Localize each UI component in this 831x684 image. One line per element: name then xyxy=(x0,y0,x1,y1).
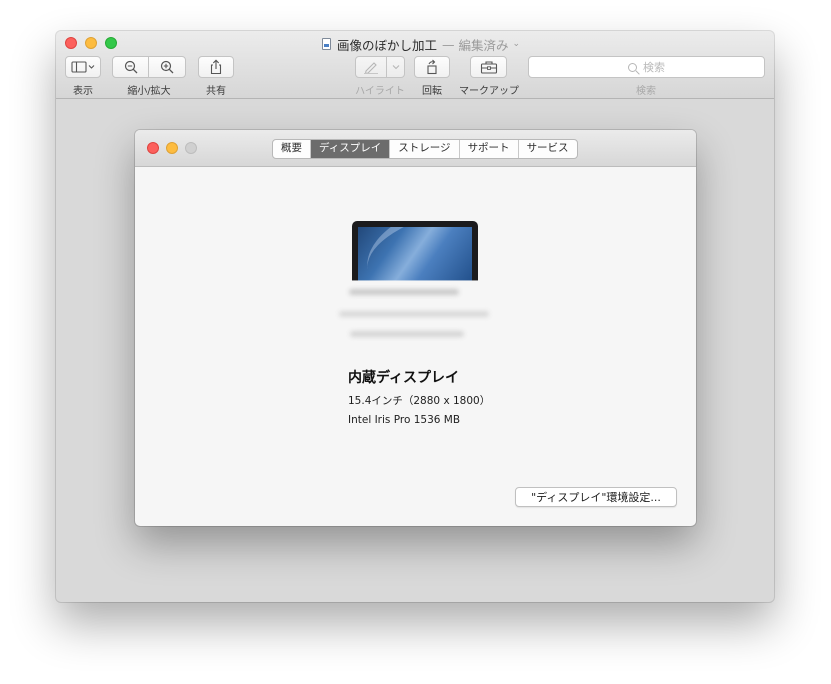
share-button[interactable] xyxy=(198,56,234,78)
blurred-text xyxy=(349,289,459,295)
zoom-button[interactable] xyxy=(105,37,117,49)
display-preferences-button[interactable]: "ディスプレイ"環境設定... xyxy=(515,487,677,507)
zoom-label: 縮小/拡大 xyxy=(127,86,171,97)
view-label: 表示 xyxy=(73,86,93,97)
search-placeholder: 検索 xyxy=(643,61,665,74)
tab-support[interactable]: サポート xyxy=(460,140,519,158)
search-input[interactable]: 検索 xyxy=(528,56,765,78)
blurred-text xyxy=(350,331,464,337)
tab-overview[interactable]: 概要 xyxy=(273,140,311,158)
preview-window: 画像のぼかし加工 — 編集済み ⌄ 表示 縮小/拡大 共有 ハイライト 回転 マ… xyxy=(56,31,774,602)
display-size: 15.4インチ（2880 x 1800） xyxy=(348,395,491,407)
zoom-out-icon xyxy=(124,60,138,74)
tab-storage[interactable]: ストレージ xyxy=(390,140,460,158)
document-title: 画像のぼかし加工 xyxy=(337,37,438,53)
display-image xyxy=(352,221,478,281)
toolbox-icon xyxy=(480,60,498,74)
preview-toolbar: 画像のぼかし加工 — 編集済み ⌄ 表示 縮小/拡大 共有 ハイライト 回転 マ… xyxy=(56,31,774,99)
rotate-icon xyxy=(425,59,439,75)
zoom-in-button[interactable] xyxy=(148,56,186,78)
rotate-button[interactable] xyxy=(414,56,450,78)
about-zoom-button xyxy=(185,142,197,154)
about-titlebar: 概要 ディスプレイ ストレージ サポート サービス xyxy=(135,130,696,167)
highlight-label: ハイライト xyxy=(355,86,405,97)
document-icon xyxy=(322,38,331,50)
tab-displays[interactable]: ディスプレイ xyxy=(311,140,391,158)
search-icon xyxy=(628,62,637,72)
search-label: 検索 xyxy=(636,86,656,97)
chevron-down-icon xyxy=(392,64,400,70)
blurred-text xyxy=(339,311,489,317)
view-button[interactable] xyxy=(65,56,101,78)
minimize-button[interactable] xyxy=(85,37,97,49)
display-graphics: Intel Iris Pro 1536 MB xyxy=(348,414,461,426)
share-icon xyxy=(209,59,223,75)
highlight-button[interactable] xyxy=(355,56,387,78)
markup-button[interactable] xyxy=(470,56,507,78)
chevron-down-icon: ⌄ xyxy=(512,39,521,49)
highlight-menu-button[interactable] xyxy=(386,56,405,78)
zoom-in-icon xyxy=(160,60,174,74)
zoom-out-button[interactable] xyxy=(112,56,149,78)
about-close-button[interactable] xyxy=(147,142,159,154)
tab-bar: 概要 ディスプレイ ストレージ サポート サービス xyxy=(272,139,578,159)
edit-state: 編集済み xyxy=(458,37,509,53)
pen-icon xyxy=(363,60,379,74)
markup-label: マークアップ xyxy=(459,86,519,97)
about-minimize-button[interactable] xyxy=(166,142,178,154)
share-label: 共有 xyxy=(206,86,226,97)
rotate-label: 回転 xyxy=(422,86,442,97)
about-this-mac-window: 概要 ディスプレイ ストレージ サポート サービス 内蔵ディスプレイ 15.4イ… xyxy=(135,130,696,526)
tab-service[interactable]: サービス xyxy=(519,140,577,158)
close-button[interactable] xyxy=(65,37,77,49)
sidebar-icon xyxy=(71,61,95,73)
window-title[interactable]: 画像のぼかし加工 — 編集済み ⌄ xyxy=(322,36,521,53)
title-separator: — xyxy=(442,36,455,52)
display-name: 内蔵ディスプレイ xyxy=(348,370,460,386)
wallpaper-image xyxy=(358,227,472,281)
